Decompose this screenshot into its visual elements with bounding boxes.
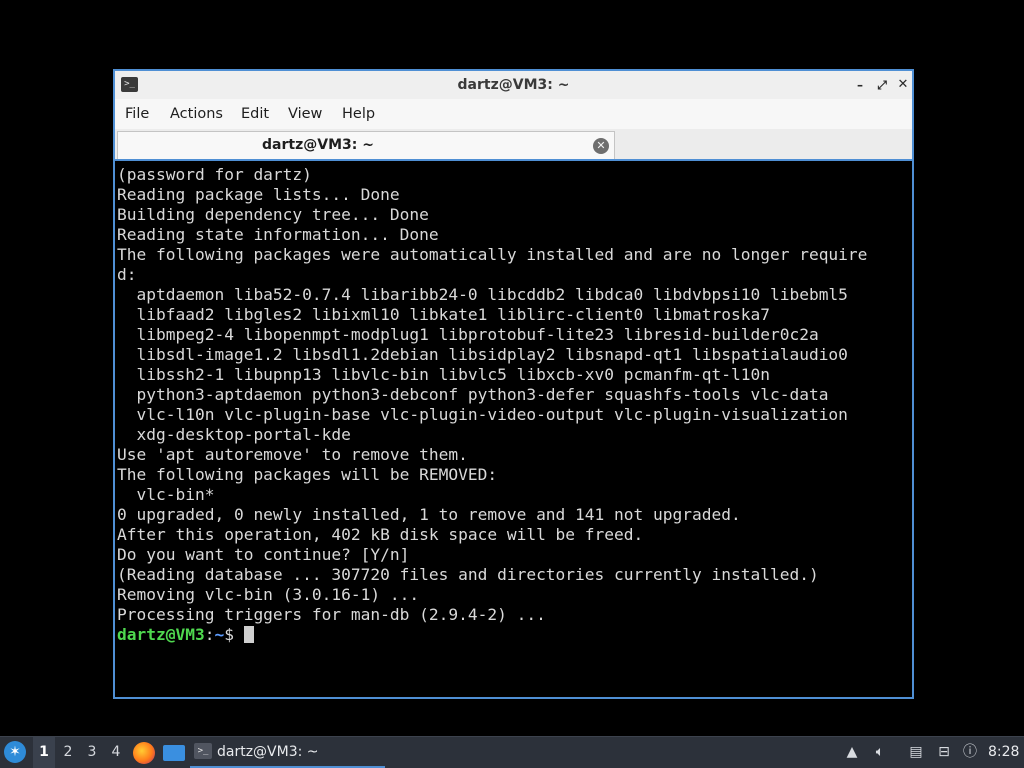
terminal-output[interactable]: (password for dartz) Reading package list…	[115, 161, 912, 697]
menu-actions[interactable]: Actions	[170, 99, 223, 129]
terminal-line: Reading package lists... Done	[117, 185, 400, 204]
show-desktop-icon[interactable]	[163, 745, 185, 761]
menu-help[interactable]: Help	[342, 99, 375, 129]
prompt-separator: :	[204, 625, 215, 644]
text-cursor	[243, 626, 254, 643]
notification-icon[interactable]: ⓘ	[961, 743, 979, 761]
terminal-line: vlc-bin*	[117, 485, 215, 504]
terminal-line: libsdl-image1.2 libsdl1.2debian libsidpl…	[117, 345, 848, 364]
window-title: dartz@VM3: ~	[457, 77, 570, 93]
terminal-line: xdg-desktop-portal-kde	[117, 425, 351, 444]
terminal-line: aptdaemon liba52-0.7.4 libaribb24-0 libc…	[117, 285, 848, 304]
task-label: dartz@VM3: ~	[217, 744, 319, 760]
prompt-path: ~	[214, 625, 225, 644]
taskbar-task-terminal[interactable]: >_ dartz@VM3: ~	[190, 737, 385, 768]
terminal-line: After this operation, 402 kB disk space …	[117, 525, 644, 544]
terminal-window: >_ dartz@VM3: ~ – ⤢ ✕ File Actions Edit …	[113, 69, 914, 699]
terminal-line: Processing triggers for man-db (2.9.4-2)…	[117, 605, 546, 624]
menu-file[interactable]: File	[125, 99, 149, 129]
terminal-line: Building dependency tree... Done	[117, 205, 429, 224]
terminal-line: vlc-l10n vlc-plugin-base vlc-plugin-vide…	[117, 405, 848, 424]
terminal-line: (Reading database ... 307720 files and d…	[117, 565, 819, 584]
terminal-line: The following packages will be REMOVED:	[117, 465, 498, 484]
update-icon[interactable]: ▲	[843, 743, 861, 761]
terminal-line: Do you want to continue? [Y/n]	[117, 545, 410, 564]
terminal-line: (password for dartz)	[117, 165, 312, 184]
menu-bar: File Actions Edit View Help	[115, 99, 912, 129]
workspace-1[interactable]: 1	[33, 737, 55, 768]
terminal-line: libfaad2 libgles2 libixml10 libkate1 lib…	[117, 305, 770, 324]
taskbar: ✶ 1 2 3 4 >_ dartz@VM3: ~ ▲ 🔈︎ ▤ ⊟ ⓘ 8:2…	[0, 736, 1024, 768]
terminal-line: Reading state information... Done	[117, 225, 439, 244]
workspace-4[interactable]: 4	[105, 737, 127, 768]
terminal-line: libmpeg2-4 libopenmpt-modplug1 libprotob…	[117, 325, 819, 344]
terminal-line: The following packages were automaticall…	[117, 245, 868, 264]
firefox-icon[interactable]	[133, 742, 155, 764]
clock: 8:28	[988, 744, 1020, 760]
terminal-line: python3-aptdaemon python3-debconf python…	[117, 385, 829, 404]
tab-close-icon[interactable]: ✕	[593, 138, 609, 154]
close-icon[interactable]: ✕	[895, 77, 911, 93]
prompt-user: dartz@VM3	[117, 625, 205, 644]
terminal-icon: >_	[194, 743, 212, 759]
network-icon[interactable]: ⊟	[935, 743, 953, 761]
tab-label: dartz@VM3: ~	[262, 137, 374, 153]
workspace-2[interactable]: 2	[57, 737, 79, 768]
start-menu-icon[interactable]: ✶	[4, 741, 26, 763]
clipboard-icon[interactable]: ▤	[907, 743, 925, 761]
maximize-icon[interactable]: ⤢	[874, 77, 890, 93]
minimize-icon[interactable]: –	[852, 77, 868, 93]
terminal-line: libssh2-1 libupnp13 libvlc-bin libvlc5 l…	[117, 365, 770, 384]
terminal-line: Use 'apt autoremove' to remove them.	[117, 445, 468, 464]
prompt-line[interactable]: dartz@VM3:~$	[117, 625, 254, 645]
menu-edit[interactable]: Edit	[241, 99, 269, 129]
volume-icon[interactable]: 🔈︎	[871, 743, 889, 761]
tab-terminal[interactable]: dartz@VM3: ~ ✕	[117, 131, 615, 159]
terminal-line: Removing vlc-bin (3.0.16-1) ...	[117, 585, 420, 604]
prompt-symbol: $	[224, 625, 244, 644]
workspace-3[interactable]: 3	[81, 737, 103, 768]
terminal-line: 0 upgraded, 0 newly installed, 1 to remo…	[117, 505, 741, 524]
tab-bar: dartz@VM3: ~ ✕	[115, 129, 912, 161]
menu-view[interactable]: View	[288, 99, 322, 129]
terminal-line: d:	[117, 265, 137, 284]
title-bar[interactable]: >_ dartz@VM3: ~ – ⤢ ✕	[115, 71, 912, 100]
